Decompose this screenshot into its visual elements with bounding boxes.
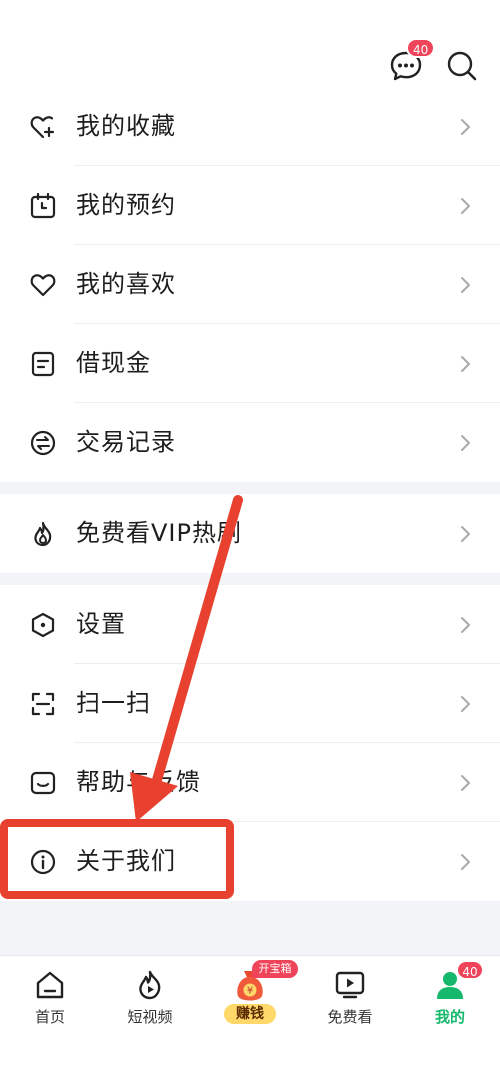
info-icon <box>29 848 57 876</box>
card-icon <box>29 350 57 378</box>
flame-icon <box>29 520 57 548</box>
scan-icon <box>29 690 57 718</box>
tab-label: 我的 <box>434 1008 465 1026</box>
menu-group-personal: 我的收藏 我的预约 我的喜欢 借现金 交易记录 <box>0 87 500 482</box>
menu-item-settings[interactable]: 设置 <box>0 585 500 664</box>
menu-item-label: 我的收藏 <box>76 112 176 140</box>
chevron-right-icon <box>460 433 472 453</box>
chevron-right-icon <box>460 524 472 544</box>
menu-item-label: 设置 <box>76 610 126 638</box>
top-bar: 40 <box>0 0 500 90</box>
tab-label: 首页 <box>34 1008 65 1026</box>
menu-item-label: 我的喜欢 <box>76 270 176 298</box>
chevron-right-icon <box>460 117 472 137</box>
menu-item-likes[interactable]: 我的喜欢 <box>0 245 500 324</box>
tab-shorts[interactable]: 短视频 <box>100 956 200 1036</box>
menu-item-about-us[interactable]: 关于我们 <box>0 822 500 901</box>
menu-item-label: 交易记录 <box>76 428 176 456</box>
hexagon-settings-icon <box>29 611 57 639</box>
menu-group-vip: 免费看VIP热剧 <box>0 494 500 573</box>
search-icon[interactable] <box>444 48 480 84</box>
menu-item-label: 帮助与反馈 <box>76 768 201 796</box>
feedback-icon <box>29 769 57 797</box>
page-bottom-fill <box>0 901 500 955</box>
menu-item-favorites[interactable]: 我的收藏 <box>0 87 500 166</box>
tab-home[interactable]: 首页 <box>0 956 100 1036</box>
home-icon <box>33 968 67 1002</box>
flame-play-icon <box>133 968 167 1002</box>
menu-item-borrow-cash[interactable]: 借现金 <box>0 324 500 403</box>
menu-item-free-vip-drama[interactable]: 免费看VIP热剧 <box>0 494 500 573</box>
menu-item-help-feedback[interactable]: 帮助与反馈 <box>0 743 500 822</box>
section-gap <box>0 573 500 585</box>
chevron-right-icon <box>460 852 472 872</box>
menu-item-label: 借现金 <box>76 349 151 377</box>
svg-text:¥: ¥ <box>247 986 253 997</box>
menu-item-label: 我的预约 <box>76 191 176 219</box>
message-count-badge: 40 <box>406 38 436 58</box>
tab-free[interactable]: 免费看 <box>300 956 400 1036</box>
menu-item-label: 扫一扫 <box>76 689 151 717</box>
heart-icon <box>29 271 57 299</box>
section-gap <box>0 482 500 494</box>
open-treasure-badge: 开宝箱 <box>252 960 298 978</box>
earn-tab-label: 赚钱 <box>224 1004 276 1024</box>
me-tab-badge: 40 <box>456 960 484 980</box>
menu-item-label: 关于我们 <box>76 847 176 875</box>
chevron-right-icon <box>460 275 472 295</box>
chevron-right-icon <box>460 773 472 793</box>
chevron-right-icon <box>460 196 472 216</box>
menu-group-system: 设置 扫一扫 帮助与反馈 关于我们 <box>0 585 500 901</box>
chevron-right-icon <box>460 615 472 635</box>
chevron-right-icon <box>460 354 472 374</box>
menu-item-scan[interactable]: 扫一扫 <box>0 664 500 743</box>
chevron-right-icon <box>460 694 472 714</box>
tab-label: 免费看 <box>327 1008 373 1026</box>
menu-item-label: 免费看VIP热剧 <box>76 519 242 547</box>
tv-play-icon <box>333 968 367 1002</box>
heart-plus-icon <box>29 113 57 141</box>
menu-item-reservations[interactable]: 我的预约 <box>0 166 500 245</box>
exchange-icon <box>29 429 57 457</box>
menu-item-transactions[interactable]: 交易记录 <box>0 403 500 482</box>
tab-label: 短视频 <box>127 1008 173 1026</box>
calendar-clock-icon <box>29 192 57 220</box>
tab-me[interactable]: 我的 <box>400 956 500 1036</box>
